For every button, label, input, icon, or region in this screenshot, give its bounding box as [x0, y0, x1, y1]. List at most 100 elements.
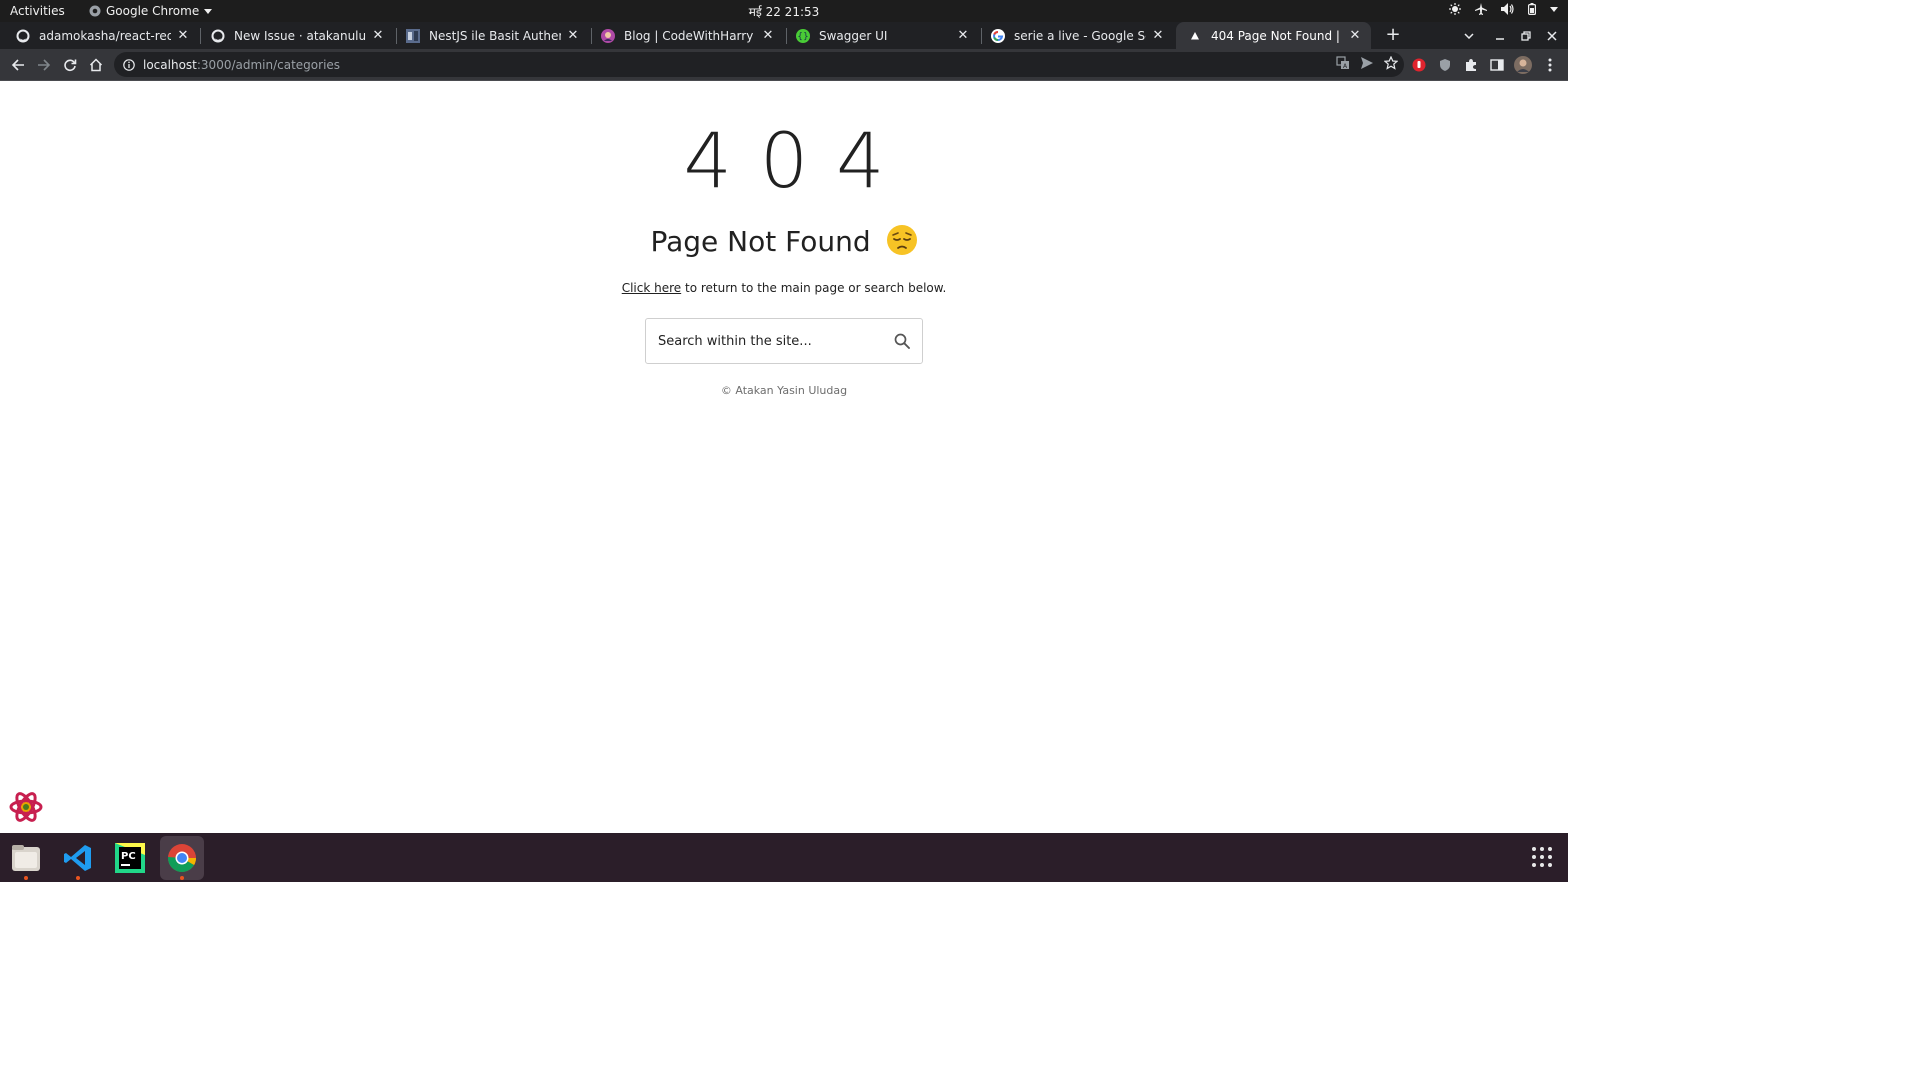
extension-shield-button[interactable] — [1435, 55, 1455, 75]
brightness-icon — [1449, 3, 1461, 15]
show-applications-icon[interactable] — [1531, 846, 1553, 868]
tab-404-page[interactable]: 404 Page Not Found | Pers ✕ — [1176, 22, 1371, 49]
swagger-icon: {} — [796, 28, 810, 43]
back-arrow-icon — [11, 59, 24, 71]
github-icon — [211, 29, 225, 43]
side-panel-button[interactable] — [1487, 55, 1507, 75]
tab-title: 404 Page Not Found | Pers — [1211, 28, 1343, 43]
close-tab-icon[interactable]: ✕ — [1152, 28, 1164, 43]
pycharm-icon: PC — [115, 843, 145, 873]
page-title-text: Page Not Found — [650, 225, 871, 258]
chevron-down-icon — [1464, 32, 1474, 39]
close-tab-icon[interactable]: ✕ — [177, 28, 189, 43]
dock-files[interactable] — [4, 836, 48, 880]
tab-search-button[interactable] — [1457, 22, 1481, 49]
extensions-button[interactable] — [1461, 55, 1481, 75]
google-icon — [991, 28, 1005, 43]
tab-swagger[interactable]: {} Swagger UI ✕ — [784, 22, 979, 49]
react-devtools-icon[interactable] — [8, 789, 44, 825]
return-message-text: to return to the main page or search bel… — [681, 281, 947, 295]
minimize-icon — [1496, 37, 1504, 40]
vscode-icon — [64, 845, 91, 871]
forward-button[interactable] — [34, 55, 54, 75]
tab-codewithharry[interactable]: Blog | CodeWithHarry ✕ — [589, 22, 784, 49]
error-code: 404 — [683, 116, 913, 205]
reload-button[interactable] — [60, 55, 80, 75]
url-host: localhost — [143, 57, 197, 72]
profile-avatar-button[interactable] — [1513, 55, 1533, 75]
power-menu-arrow-icon — [1550, 6, 1558, 12]
close-window-button[interactable] — [1540, 22, 1564, 49]
forward-arrow-icon — [38, 59, 51, 71]
system-top-bar: Activities Google Chrome मई 22 21:53 — [0, 0, 1568, 22]
system-tray[interactable] — [1449, 3, 1558, 15]
dock-vscode[interactable] — [56, 836, 100, 880]
tab-react-redux[interactable]: adamokasha/react-redux ✕ — [4, 22, 199, 49]
site-info-icon[interactable] — [123, 58, 135, 71]
side-panel-icon — [1490, 59, 1504, 71]
minimize-button[interactable] — [1488, 22, 1512, 49]
address-bar[interactable]: localhost:3000/admin/categories A — [114, 52, 1404, 77]
avatar — [1514, 56, 1532, 74]
pensive-face-emoji-icon — [886, 225, 917, 255]
tab-strip: adamokasha/react-redux ✕ New Issue · ata… — [0, 22, 1568, 49]
chrome-icon — [168, 844, 196, 872]
restore-button[interactable] — [1514, 22, 1538, 49]
restore-icon — [1521, 30, 1531, 41]
home-icon — [89, 58, 103, 72]
three-dots-vertical-icon — [1548, 58, 1552, 72]
close-tab-icon[interactable]: ✕ — [1349, 28, 1361, 43]
dock-pycharm[interactable]: PC — [108, 836, 152, 880]
site-favicon-icon — [406, 28, 420, 43]
close-tab-icon[interactable]: ✕ — [957, 28, 969, 43]
page-title: Page Not Found — [0, 224, 1568, 260]
browser-toolbar: localhost:3000/admin/categories A — [0, 49, 1568, 81]
new-tab-button[interactable]: + — [1383, 25, 1403, 45]
back-button[interactable] — [8, 55, 28, 75]
files-icon — [12, 845, 40, 871]
dropdown-arrow-icon — [204, 8, 213, 14]
dock: PC — [0, 833, 1568, 882]
running-indicator — [180, 876, 184, 880]
search-input[interactable] — [656, 320, 891, 362]
close-icon — [1547, 30, 1557, 41]
extension-adblock-button[interactable] — [1409, 55, 1429, 75]
page-footer: © Atakan Yasin Uludag — [720, 384, 848, 397]
home-button[interactable] — [86, 55, 106, 75]
dock-chrome[interactable] — [160, 836, 204, 880]
site-search — [645, 318, 923, 364]
volume-icon — [1501, 3, 1514, 15]
github-icon — [16, 29, 30, 43]
home-link[interactable]: Click here — [622, 281, 681, 295]
bookmark-star-icon[interactable] — [1384, 56, 1398, 70]
close-tab-icon[interactable]: ✕ — [567, 28, 579, 43]
app-menu-label: Google Chrome — [106, 4, 200, 18]
chrome-menu-button[interactable] — [1540, 55, 1560, 75]
vercel-icon — [1188, 29, 1202, 43]
app-menu[interactable]: Google Chrome — [89, 4, 213, 18]
tab-title: serie a live - Google Search — [1014, 28, 1146, 43]
tab-title: adamokasha/react-redux — [39, 28, 171, 43]
tab-google-search[interactable]: serie a live - Google Search ✕ — [979, 22, 1174, 49]
tab-nestjs[interactable]: NestJS ile Basit Authentic ✕ — [394, 22, 589, 49]
chrome-small-icon — [89, 5, 101, 17]
close-tab-icon[interactable]: ✕ — [762, 28, 774, 43]
puzzle-icon — [1466, 59, 1476, 71]
airplane-mode-icon — [1475, 3, 1487, 15]
close-tab-icon[interactable]: ✕ — [372, 28, 384, 43]
translate-icon[interactable]: A — [1336, 56, 1350, 70]
send-icon[interactable] — [1360, 56, 1374, 70]
battery-icon — [1528, 3, 1536, 15]
adblock-hand-icon — [1412, 58, 1426, 72]
search-icon[interactable] — [891, 333, 913, 349]
svg-text:PC: PC — [121, 851, 136, 862]
url-path: :3000/admin/categories — [196, 57, 341, 72]
clock[interactable]: मई 22 21:53 — [0, 3, 1568, 20]
tab-title: Swagger UI — [819, 28, 888, 43]
codewithharry-icon — [601, 28, 615, 43]
page-content: 404 Page Not Found Click here to return … — [0, 82, 1568, 833]
tab-new-issue[interactable]: New Issue · atakanuludag ✕ — [199, 22, 394, 49]
return-message: Click here to return to the main page or… — [0, 281, 1568, 295]
tab-title: NestJS ile Basit Authentic — [429, 28, 561, 43]
activities-button[interactable]: Activities — [10, 4, 65, 18]
